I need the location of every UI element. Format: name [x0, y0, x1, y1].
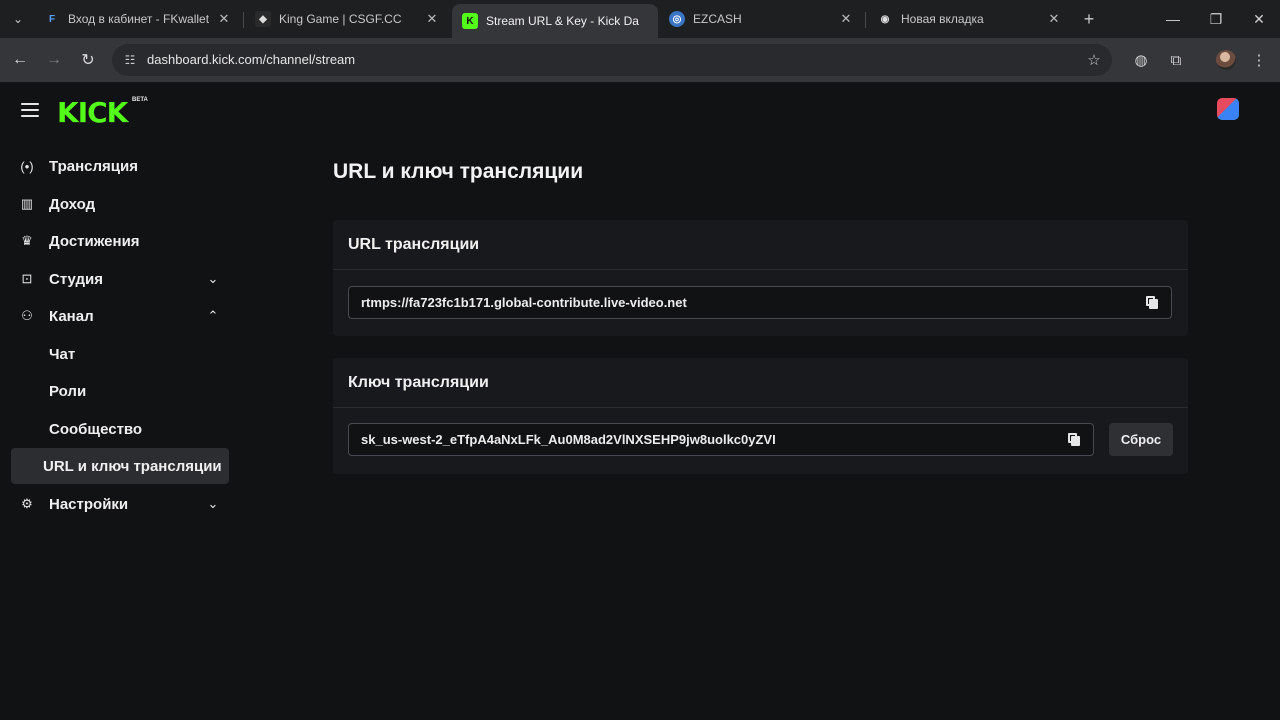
close-icon[interactable]: ✕: [1046, 11, 1062, 27]
close-icon[interactable]: ✕: [838, 11, 854, 27]
stream-url-card: URL трансляции rtmps://fa723fc1b171.glob…: [333, 220, 1188, 336]
reset-key-button[interactable]: Сброс: [1109, 423, 1173, 456]
trophy-icon: ♛: [21, 233, 33, 248]
new-tab-button[interactable]: +: [1078, 8, 1100, 30]
minimize-icon[interactable]: —: [1162, 8, 1184, 30]
sidebar-item-income[interactable]: ▥ Доход: [11, 186, 229, 222]
sidebar-item-achievements[interactable]: ♛ Достижения: [11, 223, 229, 259]
page-title: URL и ключ трансляции: [333, 160, 584, 183]
site-info-icon[interactable]: ☷: [122, 52, 138, 68]
sidebar-item-channel[interactable]: ⚇ Канал ⌃: [11, 298, 229, 334]
browser-toolbar: ← → ↻ ☷ dashboard.kick.com/channel/strea…: [0, 38, 1280, 82]
sidebar-subitem-chat[interactable]: Чат: [11, 336, 229, 372]
extensions-icon[interactable]: ⧉: [1165, 49, 1187, 71]
browser-tab-ezcash[interactable]: ◎ EZCASH ✕: [659, 4, 864, 34]
kick-dashboard-page: KICK BETA (•) Трансляция ▥ Доход ♛ Дости…: [0, 82, 1280, 720]
bookmark-star-icon[interactable]: ☆: [1085, 51, 1103, 69]
sidebar-item-stream[interactable]: (•) Трансляция: [11, 148, 229, 184]
stream-key-value[interactable]: sk_us-west-2_eTfpA4aNxLFk_Au0M8ad2VlNXSE…: [361, 432, 1068, 447]
stream-key-card: Ключ трансляции sk_us-west-2_eTfpA4aNxLF…: [333, 358, 1188, 474]
chevron-up-icon[interactable]: ⌃: [203, 306, 223, 326]
reload-icon[interactable]: ↻: [77, 49, 99, 71]
sidebar-subitem-community[interactable]: Сообщество: [11, 411, 229, 447]
studio-icon: ⊡: [21, 271, 33, 286]
close-icon[interactable]: ✕: [216, 11, 232, 27]
beta-badge: BETA: [132, 97, 148, 103]
sidebar-item-studio[interactable]: ⊡ Студия ⌄: [11, 261, 229, 297]
stream-key-heading: Ключ трансляции: [333, 358, 1188, 408]
close-window-icon[interactable]: ✕: [1248, 8, 1270, 30]
browser-tab-kick[interactable]: K Stream URL & Key - Kick Da: [452, 4, 658, 38]
back-icon[interactable]: ←: [9, 49, 31, 71]
chevron-down-icon[interactable]: ⌄: [203, 269, 223, 289]
stream-url-value[interactable]: rtmps://fa723fc1b171.global-contribute.l…: [361, 295, 1146, 310]
address-bar[interactable]: ☷ dashboard.kick.com/channel/stream ☆: [112, 44, 1112, 76]
sidebar-subitem-stream-url-key[interactable]: URL и ключ трансляции: [11, 448, 229, 484]
shield-icon: ◆: [255, 11, 271, 27]
tab-separator: [243, 12, 244, 28]
browser-profile-avatar[interactable]: [1216, 50, 1236, 70]
user-avatar[interactable]: [1217, 98, 1239, 120]
kick-icon: K: [462, 13, 478, 29]
chrome-icon: ◉: [880, 13, 890, 25]
browser-tab-fkwallet[interactable]: F Вход в кабинет - FKwallet ✕: [34, 4, 242, 34]
stream-url-field[interactable]: rtmps://fa723fc1b171.global-contribute.l…: [348, 286, 1172, 319]
stream-url-heading: URL трансляции: [333, 220, 1188, 270]
sidebar-subitem-roles[interactable]: Роли: [11, 373, 229, 409]
stream-key-field[interactable]: sk_us-west-2_eTfpA4aNxLFk_Au0M8ad2VlNXSE…: [348, 423, 1094, 456]
browser-tab-new[interactable]: ◉ Новая вкладка ✕: [867, 4, 1072, 34]
tab-search-chevron-icon[interactable]: ⌄: [8, 9, 28, 29]
url-text[interactable]: dashboard.kick.com/channel/stream: [147, 52, 355, 67]
copy-icon[interactable]: [1068, 432, 1082, 447]
tab-separator: [865, 12, 866, 28]
translate-globe-icon[interactable]: ◍: [1130, 49, 1152, 71]
fk-icon: F: [48, 13, 56, 25]
forward-icon[interactable]: →: [43, 49, 65, 71]
browser-tab-bar: ⌄ F Вход в кабинет - FKwallet ✕ ◆ King G…: [0, 0, 1280, 38]
browser-menu-icon[interactable]: ⋮: [1248, 49, 1270, 71]
users-icon: ⚇: [21, 308, 33, 323]
copy-icon[interactable]: [1146, 295, 1160, 310]
kick-logo[interactable]: KICK: [57, 96, 128, 129]
broadcast-icon: (•): [20, 158, 34, 174]
restore-icon[interactable]: ❐: [1205, 8, 1227, 30]
browser-tab-csgf[interactable]: ◆ King Game | CSGF.CC ✕: [245, 4, 450, 34]
hamburger-menu-icon[interactable]: [21, 103, 39, 117]
chart-icon: ▥: [20, 196, 34, 211]
sidebar-item-settings[interactable]: ⚙ Настройки ⌄: [11, 486, 229, 522]
chevron-down-icon[interactable]: ⌄: [203, 494, 223, 514]
globe-icon: ◎: [669, 11, 685, 27]
close-icon[interactable]: ✕: [424, 11, 440, 27]
gear-icon: ⚙: [21, 496, 33, 511]
